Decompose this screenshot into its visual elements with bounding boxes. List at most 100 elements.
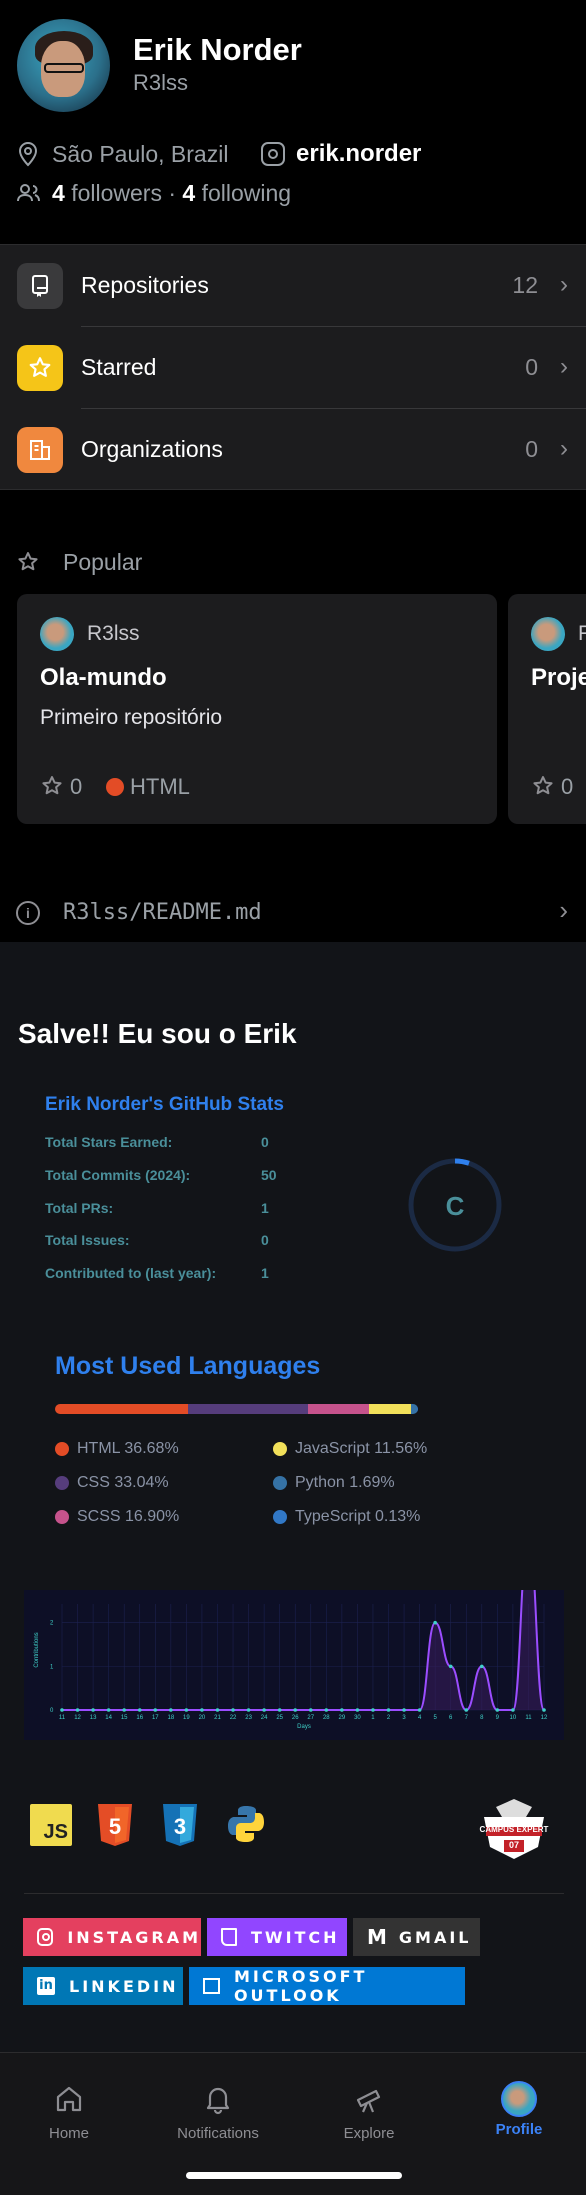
legend-dot bbox=[273, 1442, 287, 1456]
bell-icon bbox=[206, 2087, 230, 2115]
readme-path: R3lss/README.md bbox=[63, 900, 262, 925]
data-point bbox=[231, 1708, 235, 1712]
menu-item-repositories[interactable]: Repositories 12 › bbox=[0, 245, 586, 327]
tab-label: Profile bbox=[495, 2121, 543, 2138]
legend-label: HTML 36.68% bbox=[77, 1440, 179, 1457]
tab-explore[interactable]: Explore bbox=[309, 2083, 429, 2142]
repo-card[interactable]: R Proje 0 bbox=[508, 594, 586, 824]
repo-owner: R3lss bbox=[87, 622, 140, 645]
data-point bbox=[480, 1664, 484, 1669]
instagram-link[interactable]: erik.norder bbox=[296, 140, 421, 168]
menu-count: 0 bbox=[525, 354, 538, 380]
campus-expert-badge: CAMPUS EXPERT 07 bbox=[474, 1797, 554, 1863]
instagram-icon bbox=[37, 1928, 54, 1946]
data-point bbox=[215, 1708, 220, 1712]
data-point bbox=[433, 1620, 437, 1625]
gmail-badge[interactable]: M GMAIL bbox=[353, 1918, 480, 1956]
popular-title: Popular bbox=[63, 549, 143, 575]
x-tick-label: 19 bbox=[183, 1715, 190, 1721]
language-color-dot bbox=[106, 778, 124, 796]
follow-counts: 4 followers · 4 following bbox=[52, 180, 291, 207]
profile-screen: Erik Norder R3lss São Paulo, Brazil erik… bbox=[0, 0, 586, 2195]
grade-text: C bbox=[445, 1191, 465, 1221]
x-tick-label: 11 bbox=[59, 1715, 66, 1721]
x-tick-label: 13 bbox=[90, 1715, 97, 1721]
owner-avatar bbox=[531, 617, 565, 651]
readme-header[interactable]: i R3lss/README.md › bbox=[0, 883, 586, 943]
readme-heading: Salve!! Eu sou o Erik bbox=[18, 1018, 297, 1049]
language-bar-segment bbox=[55, 1404, 189, 1414]
data-point bbox=[495, 1708, 500, 1712]
tab-label: Explore bbox=[343, 2125, 395, 2142]
legend-dot bbox=[55, 1442, 69, 1456]
data-point bbox=[184, 1708, 189, 1712]
menu-count: 0 bbox=[525, 436, 538, 462]
chevron-right-icon: › bbox=[560, 435, 568, 462]
star-icon bbox=[40, 774, 64, 803]
x-tick-label: 14 bbox=[105, 1715, 112, 1721]
x-tick-label: 12 bbox=[541, 1715, 548, 1721]
menu-item-organizations[interactable]: Organizations 0 › bbox=[0, 409, 586, 491]
data-point bbox=[542, 1708, 546, 1712]
repo-name: Ola-mundo bbox=[40, 664, 167, 691]
y-axis-label: Contributions bbox=[34, 1632, 40, 1667]
menu-label: Repositories bbox=[81, 272, 209, 298]
linkedin-icon: in bbox=[37, 1977, 55, 1995]
x-tick-label: 25 bbox=[276, 1715, 283, 1721]
repo-description: Primeiro repositório bbox=[40, 706, 223, 729]
x-tick-label: 16 bbox=[136, 1715, 143, 1721]
data-point bbox=[386, 1708, 391, 1712]
tab-label: Notifications bbox=[177, 2125, 259, 2142]
css3-icon: 3 bbox=[163, 1804, 197, 1846]
menu-label: Organizations bbox=[81, 436, 223, 462]
tab-profile[interactable]: Profile bbox=[459, 2081, 579, 2138]
legend-label: JavaScript 11.56% bbox=[295, 1440, 428, 1457]
following-count[interactable]: 4 bbox=[182, 180, 195, 206]
location-icon bbox=[17, 141, 39, 167]
follow-separator: · bbox=[168, 180, 177, 206]
language-legend-item: SCSS 16.90% bbox=[55, 1508, 179, 1526]
badge-number: 07 bbox=[508, 1840, 519, 1850]
tab-label: Home bbox=[48, 2125, 89, 2142]
owner-avatar bbox=[40, 617, 74, 651]
legend-dot bbox=[273, 1476, 287, 1490]
languages-bar bbox=[55, 1404, 418, 1414]
outlook-badge[interactable]: MICROSOFT OUTLOOK bbox=[189, 1967, 465, 2005]
tab-home[interactable]: Home bbox=[9, 2083, 129, 2142]
stat-label: Total Stars Earned: bbox=[45, 1134, 173, 1150]
tab-notifications[interactable]: Notifications bbox=[158, 2083, 278, 2142]
menu-item-starred[interactable]: Starred 0 › bbox=[0, 327, 586, 409]
star-outline-icon bbox=[16, 550, 40, 579]
data-point bbox=[75, 1708, 80, 1712]
stat-label: Contributed to (last year): bbox=[45, 1265, 217, 1281]
x-tick-label: 21 bbox=[214, 1715, 221, 1721]
data-point bbox=[60, 1708, 64, 1712]
repo-owner: R bbox=[578, 622, 586, 645]
instagram-badge[interactable]: INSTAGRAM bbox=[23, 1918, 201, 1956]
language-legend-item: TypeScript 0.13% bbox=[273, 1508, 420, 1526]
data-point bbox=[262, 1708, 266, 1712]
following-label[interactable]: following bbox=[202, 180, 292, 206]
profile-avatar-icon bbox=[501, 2081, 537, 2117]
badge-label: TWITCH bbox=[251, 1927, 340, 1947]
language-bar-segment bbox=[188, 1404, 309, 1414]
x-tick-label: 20 bbox=[199, 1715, 206, 1721]
data-point bbox=[91, 1708, 95, 1712]
followers-label[interactable]: followers bbox=[71, 180, 162, 206]
twitch-badge[interactable]: TWITCH bbox=[207, 1918, 347, 1956]
repo-card[interactable]: R3lss Ola-mundo Primeiro repositório 0 H… bbox=[17, 594, 497, 824]
linkedin-badge[interactable]: in LINKEDIN bbox=[23, 1967, 183, 2005]
data-point bbox=[324, 1708, 329, 1712]
svg-text:5: 5 bbox=[109, 1814, 121, 1839]
data-point bbox=[106, 1708, 111, 1712]
followers-count[interactable]: 4 bbox=[52, 180, 65, 206]
stat-value: 0 bbox=[261, 1134, 269, 1150]
avatar[interactable] bbox=[17, 19, 110, 112]
data-point bbox=[153, 1708, 158, 1712]
menu-count: 12 bbox=[512, 272, 538, 298]
stat-value: 50 bbox=[261, 1167, 277, 1183]
divider bbox=[24, 1893, 564, 1894]
stat-label: Total PRs: bbox=[45, 1200, 114, 1216]
menu-label: Starred bbox=[81, 354, 157, 380]
stat-value: 1 bbox=[261, 1265, 269, 1281]
